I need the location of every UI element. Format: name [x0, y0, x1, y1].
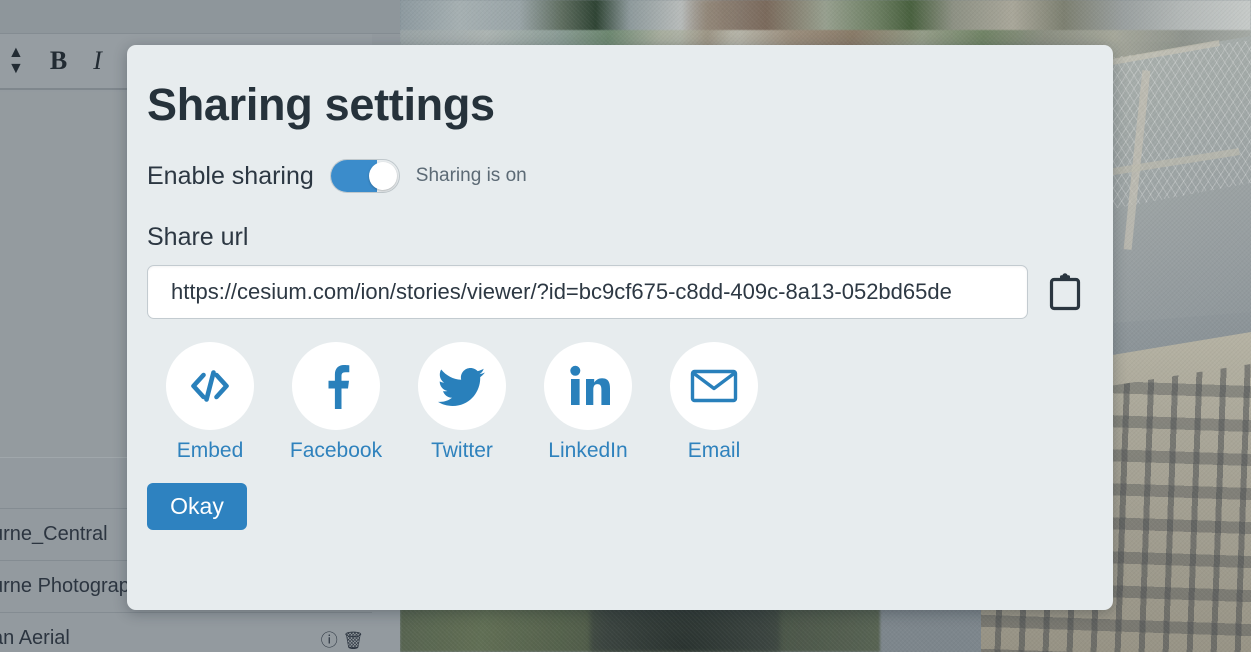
share-target-label: Facebook [289, 439, 383, 462]
linkedin-icon [570, 365, 610, 405]
dialog-title: Sharing settings [147, 79, 495, 130]
twitter-circle [418, 342, 506, 430]
bold-icon[interactable]: B [50, 48, 67, 74]
sharing-settings-dialog: Sharing settings Enable sharing Sharing … [127, 45, 1113, 610]
okay-button[interactable]: Okay [147, 483, 247, 530]
share-target-label: LinkedIn [548, 439, 628, 462]
italic-icon[interactable]: I [93, 48, 102, 74]
embed-circle [166, 342, 254, 430]
screen: ▲▼ B I urne_Central urne Photography ✐ ⧉… [0, 0, 1251, 652]
editor-topbar [0, 0, 400, 34]
email-circle [670, 342, 758, 430]
enable-sharing-row: Enable sharing Sharing is on [147, 159, 1113, 193]
twitter-bird-icon [438, 368, 485, 406]
share-target-label: Twitter [431, 439, 493, 462]
facebook-icon [328, 365, 350, 409]
envelope-icon [690, 369, 738, 403]
share-targets-row: Embed Facebook Twitter LinkedIn Email [147, 342, 1113, 463]
facebook-circle [292, 342, 380, 430]
list-item-label: an Aerial [0, 627, 70, 649]
sharing-status-text: Sharing is on [415, 165, 527, 186]
share-url-input[interactable] [147, 265, 1028, 319]
share-url-label: Share url [147, 223, 249, 251]
copy-to-clipboard-button[interactable] [1046, 270, 1084, 314]
list-item[interactable]: an Aerial ⓘ 🗑 [0, 613, 372, 652]
linkedin-circle [544, 342, 632, 430]
stepper-updown-icon[interactable]: ▲ ▼ [8, 45, 24, 77]
clipboard-icon [1049, 273, 1081, 311]
share-target-facebook[interactable]: Facebook [273, 342, 399, 463]
share-target-twitter[interactable]: Twitter [399, 342, 525, 463]
share-url-row [147, 265, 1113, 319]
share-target-embed[interactable]: Embed [147, 342, 273, 463]
enable-sharing-toggle[interactable] [329, 159, 400, 193]
toggle-knob [368, 162, 397, 190]
share-target-label: Email [687, 439, 741, 462]
enable-sharing-label: Enable sharing [147, 161, 314, 190]
list-item-label: urne_Central [0, 523, 108, 545]
share-target-email[interactable]: Email [651, 342, 777, 463]
share-target-linkedin[interactable]: LinkedIn [525, 342, 651, 463]
list-item-actions[interactable]: ⓘ 🗑 [321, 626, 364, 651]
code-brackets-icon [191, 370, 229, 402]
share-target-label: Embed [176, 439, 244, 462]
